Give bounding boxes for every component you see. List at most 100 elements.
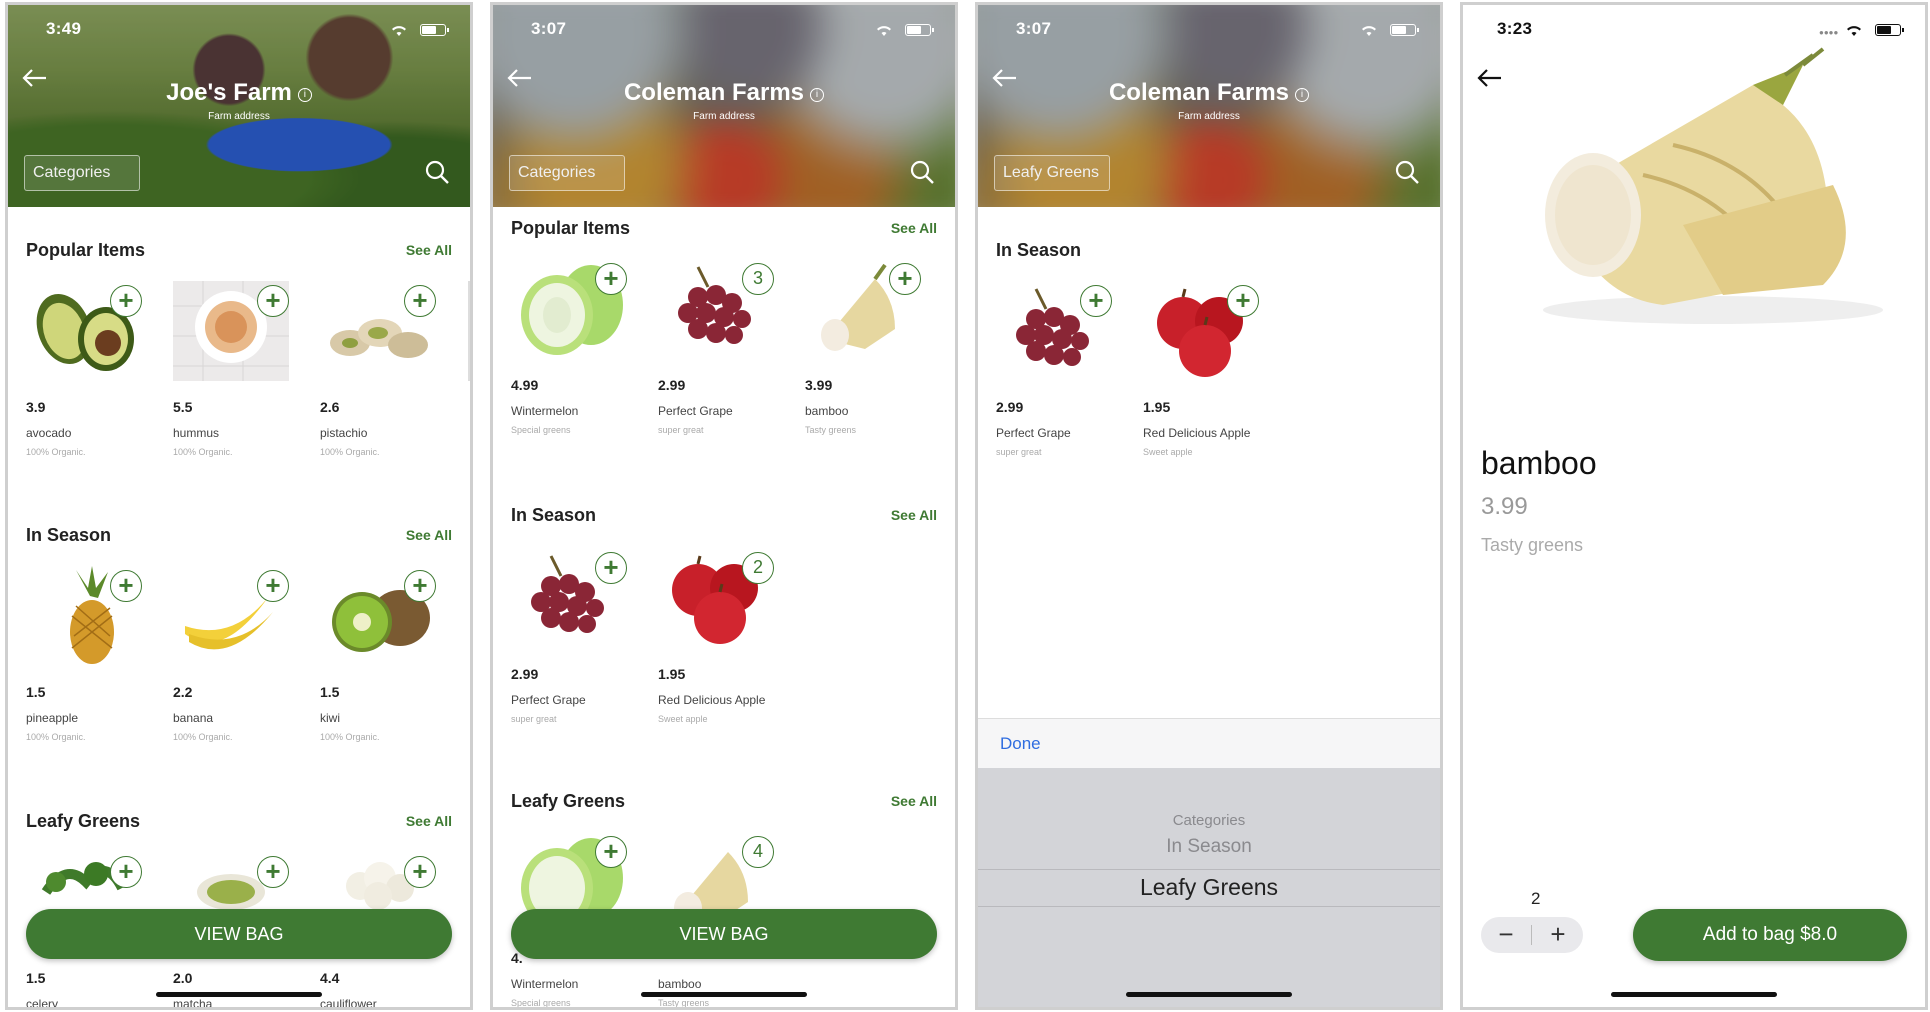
product-card[interactable]: 3 2.99 Perfect Grape super great [658, 259, 778, 435]
item-desc: 100% Organic. [320, 732, 380, 742]
see-all-link[interactable]: See All [891, 220, 937, 236]
item-name: Red Delicious Apple [1143, 426, 1251, 440]
picker-option[interactable]: In Season [978, 836, 1440, 858]
quantity-badge[interactable]: 4 [742, 836, 774, 868]
status-bar: 3:49 [8, 19, 470, 43]
info-icon[interactable]: i [297, 88, 312, 102]
add-button[interactable]: + [404, 856, 436, 888]
item-name: matcha [173, 997, 213, 1010]
item-name: bamboo [658, 977, 702, 991]
battery-icon [1390, 24, 1419, 36]
search-icon[interactable] [1394, 159, 1420, 185]
add-button[interactable]: + [595, 836, 627, 868]
add-button[interactable]: + [1227, 285, 1259, 317]
search-icon[interactable] [909, 159, 935, 185]
product-card[interactable]: + 3.9 avocado 100% Organic. [26, 281, 146, 457]
add-button[interactable]: + [110, 285, 142, 317]
decrement-button[interactable]: − [1481, 917, 1531, 953]
item-name: avocado [26, 426, 72, 440]
item-name: Perfect Grape [658, 404, 733, 418]
farm-address: Farm address [1178, 111, 1240, 122]
add-button[interactable]: + [110, 570, 142, 602]
see-all-link[interactable]: See All [891, 793, 937, 809]
quantity-badge[interactable]: 3 [742, 263, 774, 295]
farm-title: Coleman Farms i [493, 79, 955, 107]
item-desc: 100% Organic. [26, 732, 86, 742]
info-icon[interactable]: i [1295, 88, 1310, 102]
add-button[interactable]: + [595, 263, 627, 295]
add-button[interactable]: + [257, 570, 289, 602]
add-button[interactable]: + [110, 856, 142, 888]
product-card[interactable]: + 4.99 Wintermelon Special greens [511, 259, 631, 435]
home-indicator[interactable] [1126, 992, 1292, 997]
picker-option-selected[interactable]: Leafy Greens [978, 874, 1440, 901]
add-button[interactable]: + [889, 263, 921, 295]
search-icon[interactable] [424, 159, 450, 185]
item-desc: Tasty greens [658, 998, 710, 1008]
item-name: Red Delicious Apple [658, 693, 766, 707]
item-name: hummus [173, 426, 220, 440]
battery-icon [905, 24, 934, 36]
product-card[interactable]: + 1.5 pineapple 100% Organic. [26, 566, 146, 742]
status-bar: 3:07 [493, 19, 955, 43]
product-card[interactable]: + 5.5 hummus 100% Organic. [173, 281, 293, 457]
item-name: pineapple [26, 711, 79, 725]
quantity-badge[interactable]: 2 [742, 552, 774, 584]
category-picker[interactable]: Categories In Season Leafy Greens [978, 768, 1440, 1007]
done-button[interactable]: Done [1000, 734, 1041, 754]
add-button[interactable]: + [1080, 285, 1112, 317]
section-title: Leafy Greens [511, 791, 626, 811]
product-card[interactable]: + 2.99 Perfect Grape super great [996, 281, 1116, 457]
add-button[interactable]: + [404, 285, 436, 317]
item-price: 3.9 [26, 399, 46, 415]
home-indicator[interactable] [1611, 992, 1777, 997]
farm-header: 3:07 Coleman Farms i Farm address Leafy G… [978, 5, 1440, 207]
product-card[interactable]: + 2.99 Perfect Grape super great [511, 548, 631, 724]
see-all-link[interactable]: See All [406, 242, 452, 258]
back-arrow-icon[interactable] [1475, 67, 1503, 89]
status-bar: 3:23 ●●●● [1463, 19, 1925, 43]
product-card[interactable]: + 3.99 bamboo Tasty greens [805, 259, 925, 435]
categories-button[interactable]: Leafy Greens [994, 155, 1110, 191]
item-price: 3.99 [805, 377, 833, 393]
farm-title: Joe's Farm i [8, 79, 470, 107]
see-all-link[interactable]: See All [406, 813, 452, 829]
item-desc: super great [658, 425, 704, 435]
item-price: 2.2 [173, 684, 193, 700]
product-card[interactable]: + 1.5 kiwi 100% Organic. [320, 566, 440, 742]
wifi-icon [1362, 26, 1376, 36]
quantity-stepper[interactable]: − + [1481, 917, 1583, 953]
product-card[interactable]: + 2.2 banana 100% Organic. [173, 566, 293, 742]
see-all-link[interactable]: See All [891, 507, 937, 523]
status-bar: 3:07 [978, 19, 1440, 43]
see-all-link[interactable]: See All [406, 527, 452, 543]
home-indicator[interactable] [156, 992, 322, 997]
categories-button[interactable]: Categories [24, 155, 140, 191]
view-bag-button[interactable]: VIEW BAG [26, 909, 452, 959]
info-icon[interactable]: i [810, 88, 825, 102]
farm-address: Farm address [208, 111, 270, 122]
picker-option[interactable]: Categories [978, 812, 1440, 829]
screen-category-picker: 3:07 Coleman Farms i Farm address Leafy G… [975, 2, 1443, 1010]
add-button[interactable]: + [257, 856, 289, 888]
product-card[interactable]: 2 1.95 Red Delicious Apple Sweet apple [658, 548, 778, 724]
status-time: 3:23 [1497, 19, 1533, 38]
item-price: 2.6 [320, 399, 340, 415]
product-card[interactable]: + 2.6 pistachio 100% Organic. [320, 281, 440, 457]
add-to-bag-button[interactable]: Add to bag $8.0 [1633, 909, 1907, 961]
item-price: 1.95 [658, 666, 686, 682]
item-desc: Sweet apple [658, 714, 708, 724]
home-indicator[interactable] [641, 992, 807, 997]
add-button[interactable]: + [257, 285, 289, 317]
add-button[interactable]: + [595, 552, 627, 584]
wifi-icon [1847, 26, 1861, 36]
add-button[interactable]: + [404, 570, 436, 602]
product-card[interactable]: + 1.95 Red Delicious Apple Sweet apple [1143, 281, 1263, 457]
increment-button[interactable]: + [1533, 917, 1583, 953]
view-bag-button[interactable]: VIEW BAG [511, 909, 937, 959]
categories-button[interactable]: Categories [509, 155, 625, 191]
product-description: Tasty greens [1481, 535, 1584, 555]
item-price: 1.5 [320, 684, 340, 700]
item-price: 2.99 [658, 377, 686, 393]
item-desc: 100% Organic. [320, 447, 380, 457]
